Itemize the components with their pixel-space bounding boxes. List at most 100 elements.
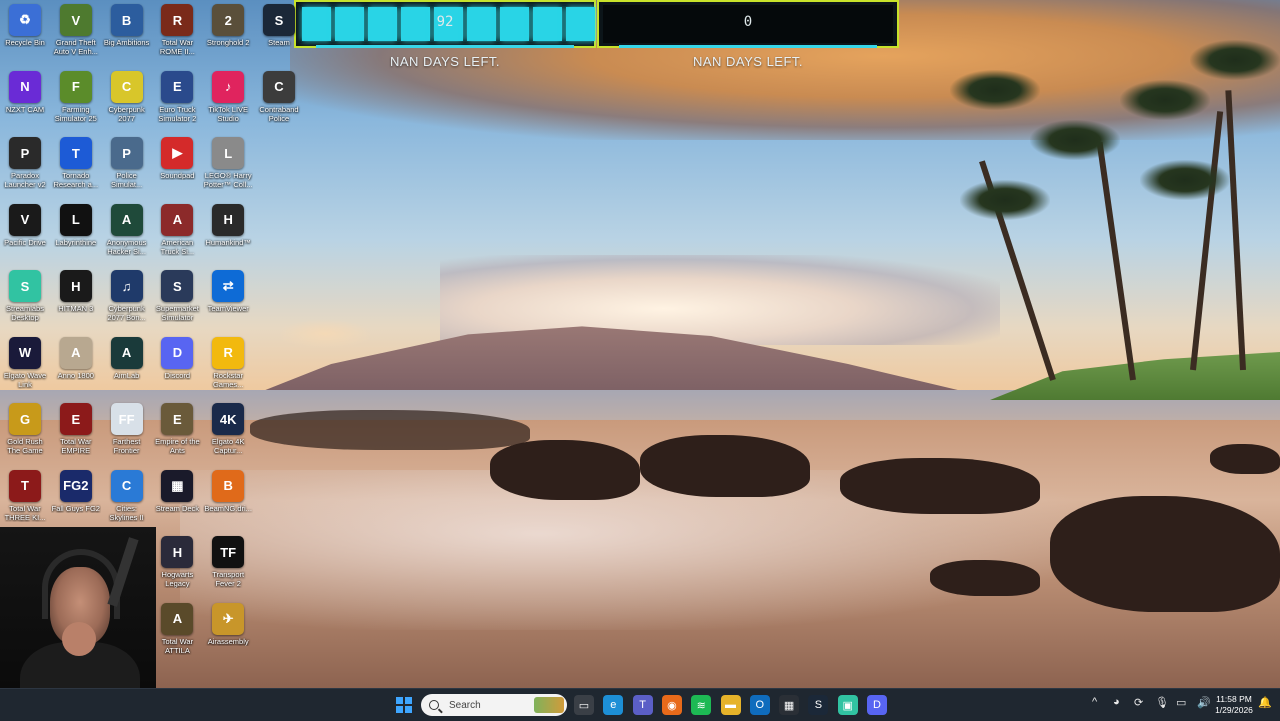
desktop-shortcut[interactable]: ⇄ TeamViewer: [203, 266, 253, 330]
desktop-shortcut[interactable]: E Empire of the Ants: [152, 399, 202, 463]
desktop-shortcut[interactable]: L Labyrinthine: [51, 200, 101, 264]
update-icon[interactable]: ⟳: [1134, 696, 1143, 709]
desktop-shortcut-label: Airassembly: [207, 636, 249, 646]
desktop-shortcut[interactable]: H Humankind™: [203, 200, 253, 264]
elgato-wave-icon: W: [9, 336, 41, 369]
desktop-shortcut[interactable]: C Cyberpunk 2077: [102, 67, 152, 131]
countdown-widget-2[interactable]: 0: [597, 0, 899, 48]
system-clock[interactable]: 11:58 PM 1/29/2026: [1212, 694, 1256, 716]
desktop-shortcut-label: Cities: Skylines II: [109, 503, 144, 522]
desktop-shortcut[interactable]: P Police Simulat...: [102, 133, 152, 197]
desktop-shortcut-label: BeamNG.dri...: [204, 503, 252, 513]
desktop-shortcut-label: Total War ATTILA: [161, 636, 194, 655]
desktop-shortcut[interactable]: A AimLab: [102, 333, 152, 397]
taskbar-search[interactable]: [421, 694, 567, 716]
desktop-shortcut-label: Soundpad: [160, 171, 195, 180]
desktop-shortcut[interactable]: E Euro Truck Simulator 2: [152, 67, 202, 131]
desktop-shortcut-label: Paradox Launcher v2: [4, 171, 46, 189]
microphone-icon[interactable]: 🎙: [1155, 696, 1169, 709]
task-view-icon[interactable]: ▭: [574, 695, 594, 715]
discord-icon: D: [161, 336, 194, 369]
desktop-shortcut[interactable]: L LEGO® Harry Potter™ Coll...: [203, 133, 253, 197]
stronghold-icon: 2: [212, 4, 245, 36]
desktop-shortcut[interactable]: T Tornado Research a...: [51, 133, 101, 197]
cyberpunk-bonus-icon: ♫: [110, 270, 143, 302]
edge-icon[interactable]: e: [603, 695, 624, 715]
outlook-icon[interactable]: O: [749, 695, 770, 715]
desktop-shortcut-label: Police Simulat...: [110, 171, 143, 189]
desktop-shortcut[interactable]: D Discord: [152, 333, 202, 397]
contraband-icon: C: [263, 70, 295, 103]
desktop-shortcut-label: Anno 1800: [57, 370, 94, 380]
desktop-shortcut[interactable]: T Total War THREE KI...: [0, 466, 50, 530]
desktop-shortcut[interactable]: P Paradox Launcher v2: [0, 133, 50, 197]
rockstar-icon: R: [212, 336, 245, 369]
countdown-widget-1[interactable]: 92: [294, 0, 596, 48]
countdown-value: 0: [743, 14, 753, 30]
desktop-shortcut-label: Cyberpunk 2077 Bon...: [107, 304, 146, 322]
steam-taskbar-icon[interactable]: S: [808, 695, 829, 715]
desktop-shortcut[interactable]: FF Farthest Frontier: [102, 399, 152, 463]
discord-taskbar-icon[interactable]: D: [867, 695, 887, 715]
desktop-shortcut[interactable]: B BeamNG.dri...: [203, 466, 253, 530]
desktop-shortcut-label: Farthest Frontier: [112, 437, 141, 455]
desktop-shortcut-label: Steam: [268, 38, 290, 47]
spotify-icon[interactable]: ≋: [691, 695, 712, 715]
teams-icon[interactable]: T: [632, 695, 653, 715]
desktop-shortcut[interactable]: S Steam: [254, 0, 304, 64]
desktop-shortcut[interactable]: S Streamlabs Desktop: [0, 266, 50, 330]
desktop-shortcut[interactable]: FG2 Fall Guys FG2: [51, 466, 101, 530]
total-war-rome-icon: R: [161, 4, 194, 36]
network-icon[interactable]: ▭: [1176, 696, 1186, 709]
desktop-shortcut[interactable]: TF Transport Fever 2: [203, 532, 253, 596]
desktop-shortcut[interactable]: ♪ TikTok LIVE Studio: [203, 67, 253, 131]
desktop-shortcut[interactable]: 4K Elgato 4K Captur...: [203, 399, 253, 463]
notification-bell-icon[interactable]: 🔔: [1258, 696, 1272, 709]
desktop-shortcut[interactable]: 2 Stronghold 2: [203, 0, 253, 64]
desktop-shortcut[interactable]: W Elgato Wave Link: [0, 333, 50, 397]
desktop-shortcut[interactable]: A Anonymous Hacker Si...: [102, 200, 152, 264]
chrome-tray-icon[interactable]: ◕: [1113, 696, 1120, 708]
chevron-up-icon[interactable]: ^: [1092, 696, 1097, 708]
desktop-shortcut[interactable]: B Big Ambitions: [102, 0, 152, 64]
elgato-4k-icon: 4K: [212, 403, 245, 435]
desktop-shortcut[interactable]: E Total War EMPIRE: [51, 399, 101, 463]
desktop-shortcut[interactable]: ♫ Cyberpunk 2077 Bon...: [102, 266, 152, 330]
desktop-shortcut[interactable]: N NZXT CAM: [0, 67, 50, 131]
streamlabs-taskbar-icon[interactable]: ▣: [837, 695, 858, 715]
desktop-shortcut[interactable]: H Hogwarts Legacy: [152, 532, 202, 596]
desktop-shortcut[interactable]: A Anno 1800: [51, 333, 101, 397]
desktop-shortcut-label: HITMAN 3: [58, 304, 94, 313]
desktop-shortcut[interactable]: ▦ Stream Deck: [152, 466, 202, 530]
desktop-shortcut[interactable]: ✈ Airassembly: [203, 599, 253, 663]
desktop-shortcut[interactable]: A American Truck Si...: [152, 200, 202, 264]
desktop-shortcut[interactable]: ♻ Recycle Bin: [0, 0, 50, 64]
desktop-shortcut[interactable]: V Pacific Drive: [0, 200, 50, 264]
desktop-shortcut[interactable]: R Rockstar Games...: [203, 333, 253, 397]
desktop-shortcut[interactable]: C Cities: Skylines II: [102, 466, 152, 530]
desktop-shortcut[interactable]: F Farming Simulator 25: [51, 67, 101, 131]
desktop-shortcut[interactable]: R Total War ROME II...: [152, 0, 202, 64]
firefox-icon[interactable]: ◉: [661, 695, 682, 715]
start-button[interactable]: [396, 697, 412, 713]
beamng-icon: B: [212, 469, 245, 502]
stream-deck-icon: ▦: [161, 469, 194, 502]
desktop-shortcut[interactable]: H HITMAN 3: [51, 266, 101, 330]
desktop-shortcut-label: Contraband Police: [259, 104, 299, 123]
clock-time: 11:58 PM: [1216, 694, 1252, 704]
desktop-shortcut[interactable]: C Contraband Police: [254, 67, 304, 131]
search-input[interactable]: [447, 698, 531, 712]
store-icon[interactable]: ▦: [779, 695, 800, 715]
desktop-shortcut-label: Grand Theft Auto V Enh...: [53, 38, 98, 56]
search-icon: [429, 700, 439, 710]
desktop-shortcut[interactable]: A Total War ATTILA: [152, 599, 202, 663]
desktop-shortcut[interactable]: S Supermarket Simulator: [152, 266, 202, 330]
desktop-shortcut[interactable]: ▶ Soundpad: [152, 133, 202, 197]
desktop-shortcut-label: Humankind™: [205, 237, 251, 247]
farming-sim-icon: F: [59, 70, 92, 103]
desktop-shortcut[interactable]: G Gold Rush The Game: [0, 399, 50, 463]
desktop-shortcut-label: Supermarket Simulator: [155, 304, 199, 322]
volume-icon[interactable]: 🔊: [1197, 696, 1211, 709]
desktop-shortcut[interactable]: V Grand Theft Auto V Enh...: [51, 0, 101, 64]
file-explorer-icon[interactable]: ▬: [720, 695, 741, 715]
